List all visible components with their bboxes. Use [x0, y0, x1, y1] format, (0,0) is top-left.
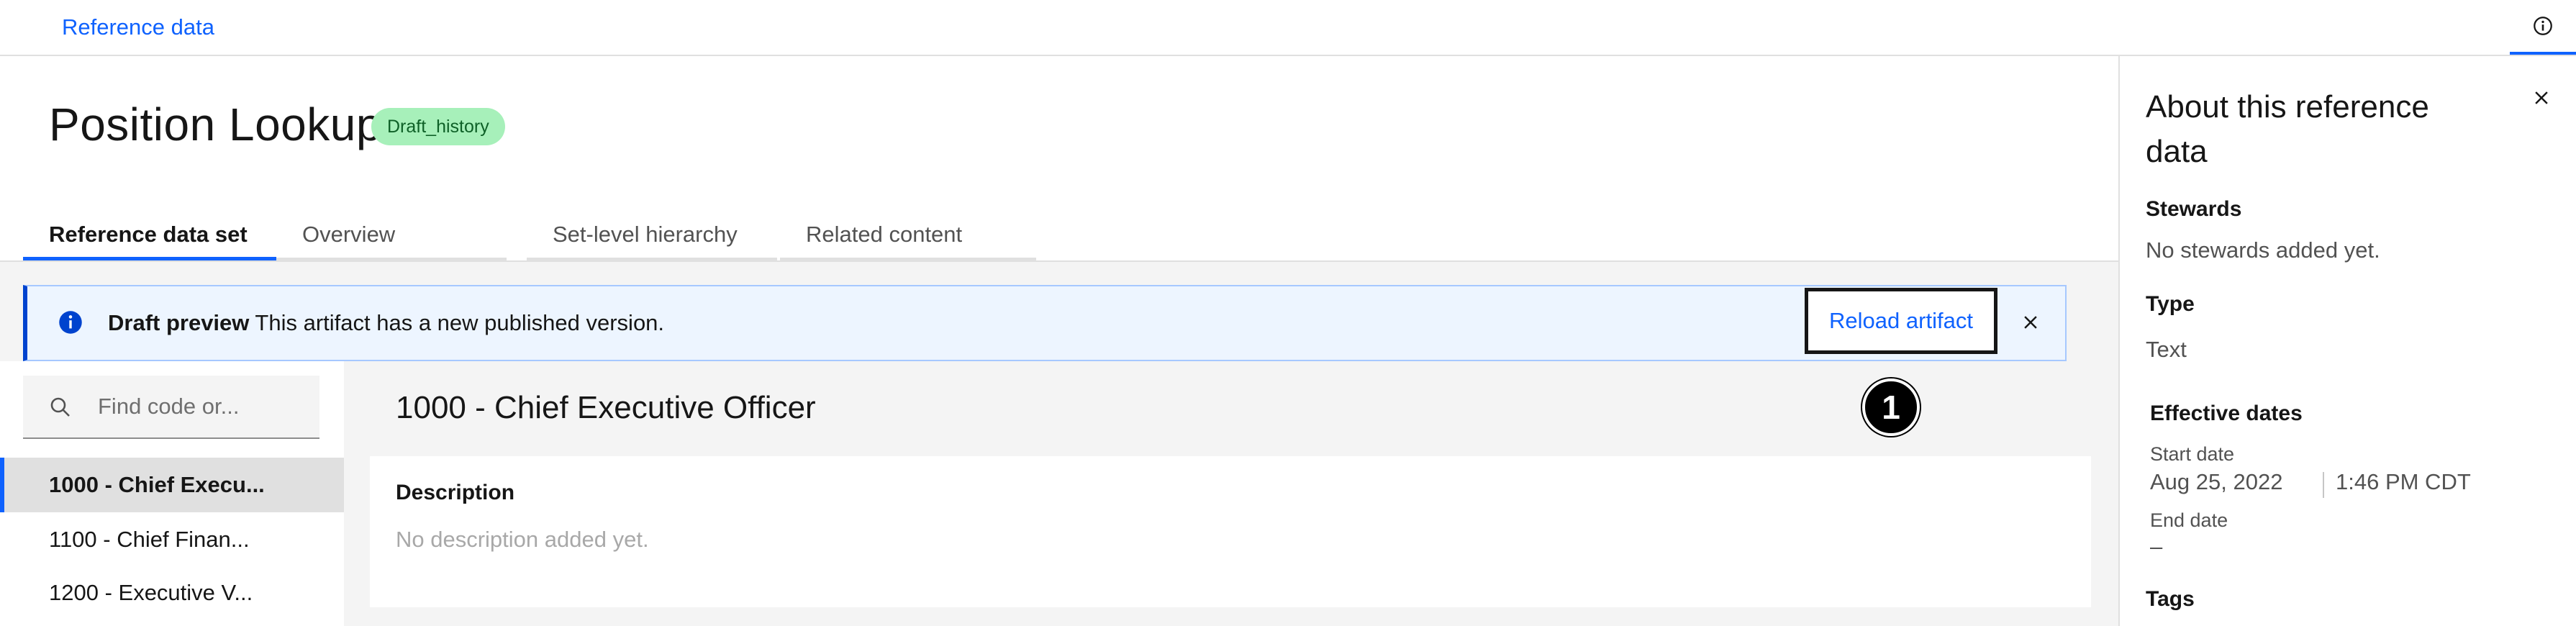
description-value: No description added yet.	[396, 527, 649, 552]
search-input[interactable]	[98, 376, 314, 437]
stewards-label: Stewards	[2146, 197, 2242, 221]
start-time-value: 1:46 PM CDT	[2336, 469, 2471, 494]
draft-notification: Draft preview This artifact has a new pub…	[23, 285, 2067, 361]
reload-artifact-button[interactable]: Reload artifact	[1805, 288, 1997, 354]
detail-title: 1000 - Chief Executive Officer	[396, 390, 816, 425]
search-icon	[50, 397, 70, 417]
tab-set-level-hierarchy[interactable]: Set-level hierarchy	[527, 207, 777, 260]
panel-close-button[interactable]	[2527, 83, 2556, 112]
close-icon	[2024, 316, 2037, 329]
end-date-label: End date	[2150, 509, 2228, 531]
start-date-label: Start date	[2150, 443, 2235, 465]
notification-message: This artifact has a new published versio…	[255, 310, 665, 335]
type-value: Text	[2146, 337, 2187, 362]
tags-label: Tags	[2146, 587, 2195, 611]
info-tab[interactable]	[2510, 0, 2576, 55]
start-date-value: Aug 25, 2022	[2150, 469, 2283, 494]
stewards-value: No stewards added yet.	[2146, 237, 2380, 263]
type-label: Type	[2146, 292, 2195, 316]
list-item[interactable]: 1200 - Executive V...	[0, 566, 344, 620]
tab-overview[interactable]: Overview	[276, 207, 507, 260]
panel-title: About this reference data	[2146, 89, 2429, 169]
breadcrumb-reference-data[interactable]: Reference data	[62, 14, 214, 40]
date-separator	[2323, 472, 2324, 498]
code-list-panel: 1000 - Chief Execu... 1100 - Chief Finan…	[0, 361, 344, 626]
info-filled-icon	[59, 311, 82, 334]
search-box	[23, 376, 319, 439]
info-icon	[2534, 17, 2552, 35]
list-item[interactable]: 1000 - Chief Execu...	[0, 458, 344, 512]
tab-related-content[interactable]: Related content	[780, 207, 1036, 260]
step-marker: 1	[1862, 378, 1920, 436]
description-card: Description No description added yet.	[370, 456, 2091, 607]
notification-text: Draft preview This artifact has a new pub…	[108, 310, 664, 336]
close-icon	[2535, 91, 2548, 104]
list-item[interactable]: 1100 - Chief Finan...	[0, 512, 344, 567]
top-bar: Reference data	[0, 0, 2576, 56]
tab-list: Reference data set Overview Set-level hi…	[23, 207, 1036, 260]
notification-close-button[interactable]	[2016, 308, 2045, 337]
notification-title: Draft preview	[108, 310, 250, 335]
tab-reference-data-set[interactable]: Reference data set	[23, 207, 276, 260]
effective-dates-label: Effective dates	[2150, 402, 2303, 425]
status-badge: Draft_history	[371, 108, 505, 145]
about-side-panel: About this reference data Stewards No st…	[2118, 56, 2576, 626]
description-label: Description	[396, 481, 515, 504]
end-date-value: –	[2150, 534, 2163, 559]
page-title: Position Lookup	[49, 99, 382, 150]
